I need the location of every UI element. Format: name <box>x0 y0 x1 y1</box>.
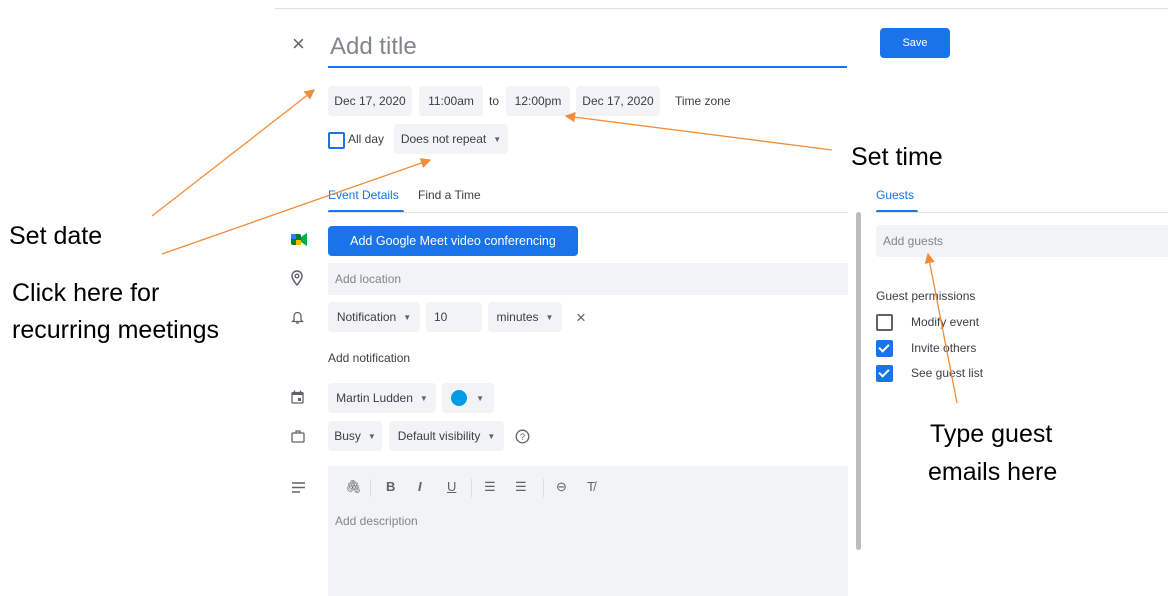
annotation-recurring-line1: Click here for <box>12 279 160 307</box>
annotation-set-time: Set time <box>851 143 943 171</box>
recurring-arrow <box>161 158 432 255</box>
annotation-guest-line1: Type guest <box>930 420 1053 448</box>
set-date-arrow <box>151 89 316 217</box>
set-time-arrow <box>564 111 833 151</box>
annotation-arrows <box>151 89 958 404</box>
annotation-set-date: Set date <box>9 222 103 250</box>
guest-arrow <box>924 252 958 404</box>
annotation-guest-line2: emails here <box>928 458 1058 486</box>
annotation-recurring-line2: recurring meetings <box>12 316 220 344</box>
